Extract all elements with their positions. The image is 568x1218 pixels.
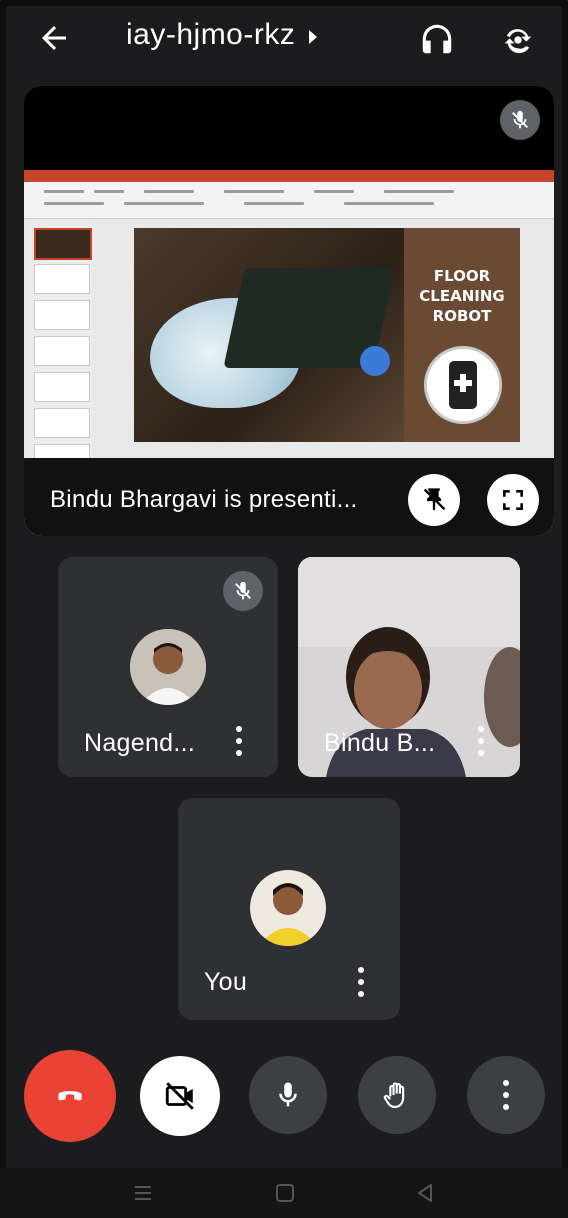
fullscreen-icon (503, 490, 523, 510)
more-vert-icon[interactable] (234, 726, 244, 756)
participant-name: You (204, 968, 248, 996)
microphone-button[interactable] (249, 1056, 327, 1134)
arrow-left-icon[interactable] (36, 20, 72, 56)
unpin-button[interactable] (408, 474, 460, 526)
phone-hangup-icon (58, 1091, 82, 1101)
end-call-button[interactable] (24, 1050, 116, 1142)
slide-image: FLOOR CLEANING ROBOT (134, 228, 520, 442)
phone-icon (424, 346, 502, 424)
mic-off-icon (223, 571, 263, 611)
more-vert-icon (501, 1080, 511, 1110)
chevron-right-icon (309, 30, 318, 44)
fullscreen-button[interactable] (487, 474, 539, 526)
switch-camera-icon[interactable] (498, 20, 538, 60)
top-bar: iay-hjmo-rkz (0, 0, 568, 80)
presenting-status: Bindu Bhargavi is presenti... (50, 486, 358, 513)
headphones-icon[interactable] (418, 20, 456, 58)
mic-icon (279, 1082, 297, 1107)
system-nav-bar (0, 1168, 568, 1218)
hand-icon (383, 1082, 405, 1109)
mic-off-icon (500, 100, 540, 140)
raise-hand-button[interactable] (358, 1056, 436, 1134)
self-tile[interactable]: You (178, 798, 400, 1020)
meeting-code[interactable]: iay-hjmo-rkz (126, 18, 318, 52)
pin-off-icon (423, 488, 446, 511)
more-vert-icon[interactable] (356, 967, 366, 997)
more-options-button[interactable] (467, 1056, 545, 1134)
slide-title: FLOOR CLEANING ROBOT (419, 267, 505, 325)
more-vert-icon[interactable] (476, 726, 486, 756)
participant-tile[interactable]: Nagend... (58, 557, 278, 777)
home-icon[interactable] (274, 1182, 296, 1204)
camera-toggle-button[interactable] (140, 1056, 220, 1136)
participant-name: Nagend... (84, 729, 196, 757)
video-off-icon (165, 1082, 194, 1110)
presentation-tile[interactable]: FLOOR CLEANING ROBOT Bindu Bhargavi is p… (24, 86, 554, 536)
participant-tile[interactable]: Bindu B... (298, 557, 520, 777)
back-icon[interactable] (414, 1182, 436, 1204)
participant-name: Bindu B... (324, 729, 436, 757)
avatar (250, 870, 326, 946)
meeting-code-text: iay-hjmo-rkz (126, 18, 296, 51)
recents-icon[interactable] (132, 1182, 154, 1204)
avatar (130, 629, 206, 705)
